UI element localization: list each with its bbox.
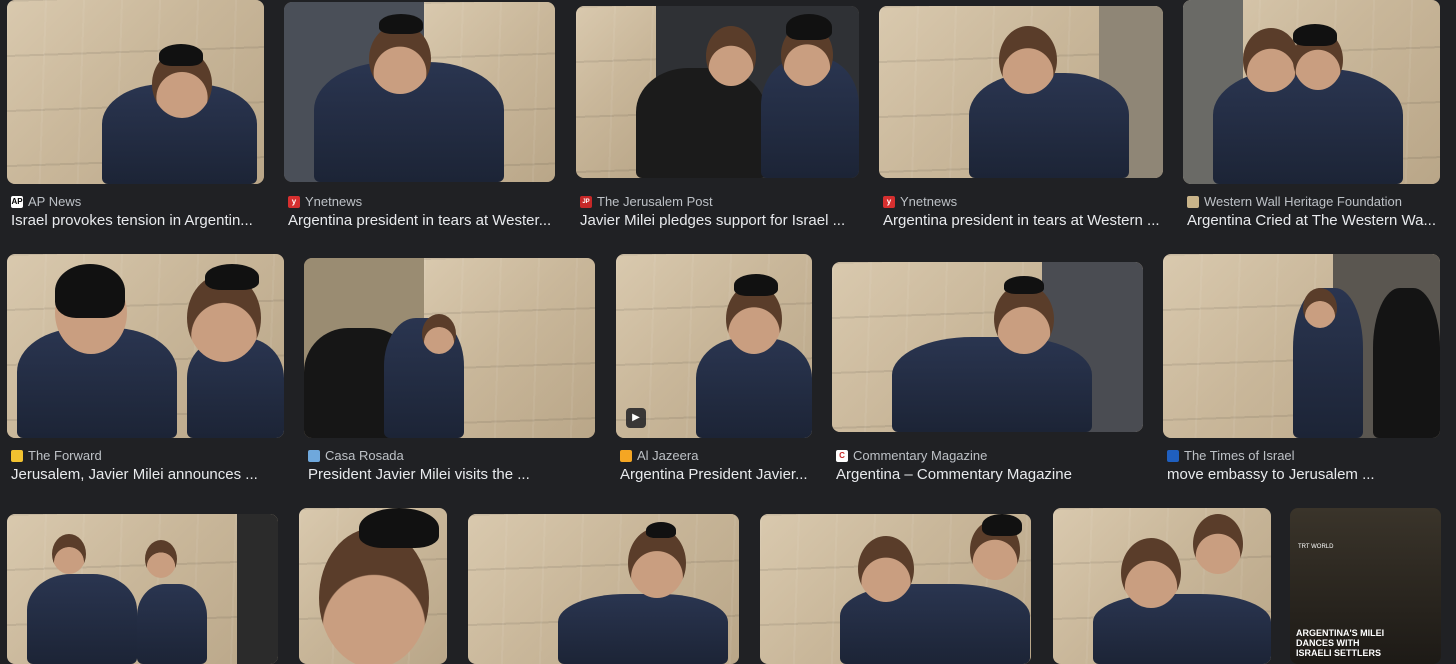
result-thumbnail[interactable] [7,254,284,438]
image-result[interactable]: Western Wall Heritage Foundation Argenti… [1183,0,1440,240]
image-result[interactable]: Casa Rosada President Javier Milei visit… [304,254,595,494]
image-result[interactable]: y Ynetnews Argentina president in tears … [879,0,1163,240]
result-title[interactable]: Argentina president in tears at Wester..… [288,212,554,229]
play-icon[interactable]: ▶ [626,408,646,428]
result-source[interactable]: JP The Jerusalem Post [580,194,713,209]
source-favicon-icon [308,449,320,462]
result-thumbnail[interactable] [7,514,278,664]
video-headline: ARGENTINA'S MILEI DANCES WITH ISRAELI SE… [1296,628,1385,658]
result-source[interactable]: Casa Rosada [308,448,404,463]
result-thumbnail[interactable] [1053,508,1271,664]
result-source[interactable]: The Times of Israel [1167,448,1295,463]
result-title[interactable]: President Javier Milei visits the ... [308,466,594,483]
result-thumbnail[interactable] [468,514,739,664]
source-favicon-icon: y [883,195,895,208]
result-source[interactable]: y Ynetnews [288,194,362,209]
result-title[interactable]: Argentina Cried at The Western Wa... [1187,212,1439,229]
source-favicon-icon [620,449,632,462]
image-result[interactable]: ▶ Al Jazeera Argentina President Javier.… [616,254,812,494]
result-thumbnail[interactable] [760,514,1031,664]
result-title[interactable]: Argentina – Commentary Magazine [836,466,1142,483]
source-favicon-icon [1167,449,1179,462]
result-title[interactable]: Argentina President Javier... [620,466,811,483]
video-channel-label: TRT WORLD [1298,544,1334,550]
result-thumbnail[interactable] [7,0,264,184]
image-result[interactable]: AP AP News Israel provokes tension in Ar… [7,0,264,240]
image-result[interactable]: y Ynetnews Argentina president in tears … [284,0,555,240]
result-thumbnail[interactable] [879,6,1163,178]
result-source[interactable]: Western Wall Heritage Foundation [1187,194,1402,209]
video-thumbnail[interactable]: TRT WORLD ARGENTINA'S MILEI DANCES WITH … [1290,508,1441,664]
image-result[interactable]: C Commentary Magazine Argentina – Commen… [832,254,1143,494]
result-source[interactable]: C Commentary Magazine [836,448,987,463]
result-source[interactable]: AP AP News [11,194,81,209]
source-favicon-icon: y [288,195,300,208]
result-title[interactable]: move embassy to Jerusalem ... [1167,466,1439,483]
result-source[interactable]: y Ynetnews [883,194,957,209]
result-thumbnail[interactable] [1183,0,1440,184]
source-favicon-icon [1187,195,1199,208]
source-favicon-icon: AP [11,195,23,208]
source-favicon-icon [11,449,23,462]
result-thumbnail[interactable]: ▶ [616,254,812,438]
result-title[interactable]: Jerusalem, Javier Milei announces ... [11,466,283,483]
result-thumbnail[interactable] [576,6,859,178]
result-source[interactable]: The Forward [11,448,102,463]
image-result[interactable]: The Times of Israel move embassy to Jeru… [1163,254,1440,494]
result-source[interactable]: Al Jazeera [620,448,698,463]
image-result[interactable]: JP The Jerusalem Post Javier Milei pledg… [576,0,859,240]
result-thumbnail[interactable] [832,262,1143,432]
result-title[interactable]: Javier Milei pledges support for Israel … [580,212,858,229]
result-thumbnail[interactable] [304,258,595,438]
result-title[interactable]: Israel provokes tension in Argentin... [11,212,263,229]
source-favicon-icon: C [836,449,848,462]
result-title[interactable]: Argentina president in tears at Western … [883,212,1162,229]
result-thumbnail[interactable] [284,2,555,182]
result-thumbnail[interactable] [299,508,447,664]
result-thumbnail[interactable] [1163,254,1440,438]
source-favicon-icon: JP [580,195,592,208]
image-result[interactable]: The Forward Jerusalem, Javier Milei anno… [7,254,284,494]
